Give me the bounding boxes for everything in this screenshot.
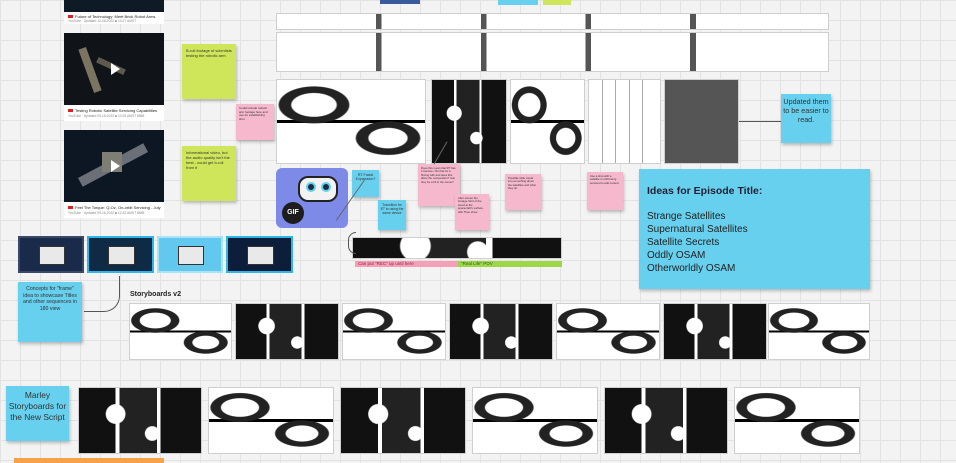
sticky-text: Does this mean that RT has it Venture / … (421, 166, 456, 184)
sticky-text: B-roll footage of scientists testing the… (186, 48, 232, 58)
idea-item: Satellite Secrets (647, 237, 720, 248)
storyboard-sheet[interactable] (768, 303, 870, 360)
youtube-icon (68, 15, 73, 19)
sticky-note-marley[interactable]: Marley Storyboards for the New Script (6, 386, 69, 441)
storyboard-sheet[interactable] (208, 387, 334, 454)
video-card-3[interactable]: Feel The Torque: Q-Oz, On-orbit Servicin… (64, 130, 164, 218)
video-title: Testing Robotic Satellite Servicing Capa… (68, 108, 157, 113)
frame-concept[interactable] (226, 236, 293, 273)
sticky-note-pink-lower[interactable]: After screen the footage hard of the sta… (455, 194, 489, 230)
frame-concept[interactable] (87, 236, 154, 273)
storyboard-sheet[interactable] (664, 79, 739, 164)
play-icon[interactable] (103, 155, 125, 177)
sticky-text: RT Facial Expression? (355, 173, 376, 182)
frame-concept[interactable] (157, 236, 223, 273)
rec-bar-label: Can put "REC" up until here (358, 261, 414, 266)
sticky-text: Transition for ET to using the same devi… (380, 203, 404, 216)
youtube-icon (68, 206, 73, 210)
storyboard-sheet[interactable] (340, 387, 466, 454)
youtube-icon (68, 109, 73, 113)
partial-top-items (498, 0, 538, 5)
storyboard-sheet[interactable] (472, 387, 598, 454)
video-card-2[interactable]: Testing Robotic Satellite Servicing Capa… (64, 33, 164, 121)
sticky-note-transition[interactable]: Transition for ET to using the same devi… (378, 200, 406, 230)
robot-eye (321, 182, 331, 192)
video-title: Feel The Torque: Q-Oz, On-orbit Servicin… (68, 205, 161, 210)
idea-item: Oddly OSAM (647, 250, 706, 261)
sticky-note-concepts[interactable]: Concepts for "frame" idea to showcase Ti… (18, 282, 82, 342)
orange-sticky-cutoff[interactable] (14, 458, 164, 463)
video-meta: YouTube · Updated 09-16-2022 ■ 10:29 AMS… (68, 114, 145, 118)
sticky-text: Could include robotic arm footage here a… (239, 106, 268, 121)
sticky-note-updated[interactable]: Updated them to be easier to read. (781, 94, 831, 143)
sticky-note-pink-right1[interactable]: Possible slide visual into something abo… (505, 174, 541, 210)
sticky-text: Possible slide visual into something abo… (508, 176, 536, 191)
video-thumbnail[interactable] (64, 130, 164, 202)
storyboard-sheet[interactable] (449, 303, 553, 360)
video-thumbnail[interactable] (64, 33, 164, 105)
sticky-text: Concepts for "frame" idea to showcase Ti… (23, 286, 77, 312)
play-icon[interactable] (103, 58, 125, 80)
robot-head (298, 176, 338, 202)
sticky-text: After screen the footage hard of the sta… (458, 196, 484, 214)
video-card-1[interactable]: Future of Technology: Meet Brick Robot A… (64, 0, 164, 24)
storyboard-sheet[interactable] (342, 303, 446, 360)
connector-line (84, 276, 120, 312)
idea-item: Otherworldly OSAM (647, 263, 736, 274)
video-meta: YouTube · Updated 10-08-2022 ■ 14:27 AMS… (68, 19, 137, 23)
frame-concept[interactable] (18, 236, 84, 273)
real-life-bar-label: "Real Life" POV (461, 261, 493, 266)
connector-line (739, 121, 781, 122)
sticky-note-pink-right2[interactable]: Use a shot with a satellite in orbit bei… (587, 172, 623, 210)
sticky-note-broll[interactable]: B-roll footage of scientists testing the… (182, 44, 236, 99)
partial-top-items (543, 0, 571, 5)
sticky-text: Updated them to be easier to read. (783, 97, 829, 124)
storyboard-sheet[interactable] (588, 79, 661, 164)
sticky-text: Informational video, but the audio quali… (186, 150, 230, 170)
rec-bar: Can put "REC" up until here (355, 261, 458, 267)
robot-arm-shape (78, 47, 102, 93)
partial-top-items (380, 0, 420, 4)
storyboard-sheet[interactable] (734, 387, 860, 454)
storyboard-sheet[interactable] (129, 303, 232, 360)
storyboard-sheet[interactable] (556, 303, 660, 360)
storyboard-sheet[interactable] (431, 79, 507, 164)
sticky-note-informational[interactable]: Informational video, but the audio quali… (182, 146, 236, 201)
storyboard-sheet[interactable] (235, 303, 339, 360)
section-title-storyboards-v2: Storyboards v2 (130, 291, 181, 298)
ideas-episode-title[interactable]: Ideas for Episode Title: Strange Satelli… (639, 169, 870, 289)
sticky-text: Use a shot with a satellite in orbit bei… (590, 174, 619, 185)
gif-badge: GIF (282, 202, 304, 224)
storyboard-strip[interactable] (352, 237, 562, 259)
ideas-list: Strange Satellites Supernatural Satellit… (647, 210, 862, 275)
video-meta: YouTube · Updated 09-16-2022 ■ 12:32 AMS… (68, 211, 145, 215)
storyboard-sheet[interactable] (276, 13, 829, 30)
real-life-bar: "Real Life" POV (458, 261, 562, 267)
idea-item: Strange Satellites (647, 211, 726, 222)
idea-item: Supernatural Satellites (647, 224, 748, 235)
gif-label: GIF (287, 209, 299, 216)
storyboard-sheet[interactable] (276, 32, 829, 72)
storyboard-sheet[interactable] (78, 387, 202, 454)
strip-bracket (348, 232, 356, 254)
video-thumbnail[interactable] (64, 0, 164, 12)
storyboard-sheet[interactable] (276, 79, 426, 164)
storyboard-sheet[interactable] (510, 79, 585, 164)
sticky-text: Marley Storyboards for the New Script (8, 390, 67, 422)
robot-eye (306, 182, 316, 192)
sticky-note-pink-arm[interactable]: Could include robotic arm footage here a… (236, 104, 274, 140)
storyboard-sheet[interactable] (663, 303, 767, 360)
storyboard-sheet[interactable] (604, 387, 728, 454)
sticky-note-pink-center[interactable]: Does this mean that RT has it Venture / … (418, 164, 460, 206)
ideas-heading: Ideas for Episode Title: (647, 185, 763, 197)
